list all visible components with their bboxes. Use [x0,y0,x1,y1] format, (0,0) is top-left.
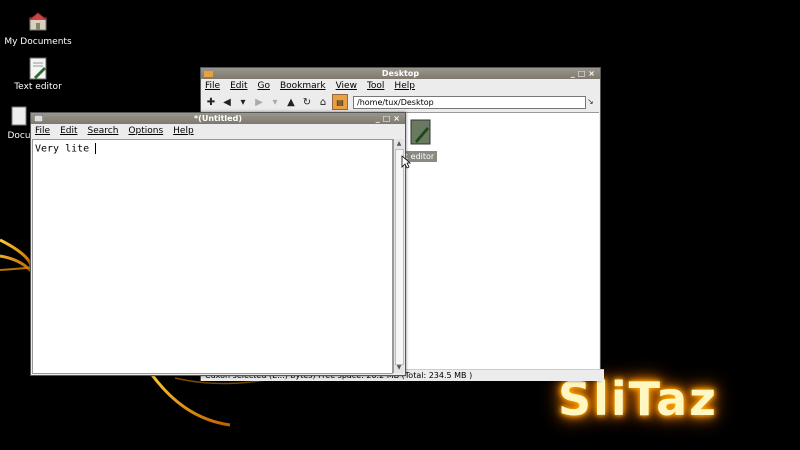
reload-button[interactable]: ↻ [300,95,314,109]
forward-button[interactable]: ▶ [252,95,266,109]
home-icon: ⌂ [319,96,327,108]
home-button[interactable]: ⌂ [316,95,330,109]
menu-options[interactable]: Options [128,126,163,136]
minimize-icon[interactable]: _ [571,69,578,78]
document-icon [9,106,29,128]
menu-tool[interactable]: Tool [367,81,384,91]
app-icon [34,115,43,122]
text-editor-titlebar[interactable]: *(Untitled) _□× [31,113,405,124]
folder-icon [204,71,213,77]
desktop-icon-my-documents[interactable]: My Documents [3,12,73,47]
menu-help[interactable]: Help [173,126,194,136]
forward-history-button[interactable]: ▾ [268,95,282,109]
text-editor-menubar: File Edit Search Options Help [31,124,405,138]
chevron-down-icon: ▾ [272,96,278,108]
reload-icon: ↻ [302,96,312,108]
text-editor-icon [410,119,431,145]
menu-edit[interactable]: Edit [60,126,77,136]
forward-arrow-icon: ▶ [255,96,263,108]
mouse-pointer-icon [401,155,411,169]
menu-bookmark[interactable]: Bookmark [280,81,326,91]
close-icon[interactable]: × [588,69,598,78]
menu-help[interactable]: Help [394,81,415,91]
window-title: Desktop [381,69,420,78]
text-area[interactable]: Very lite [32,139,393,374]
menu-file[interactable]: File [35,126,50,136]
terminal-button[interactable]: ▤ [332,94,348,110]
menu-go[interactable]: Go [258,81,270,91]
file-manager-titlebar[interactable]: Desktop _□× [201,68,600,79]
close-icon[interactable]: × [393,114,403,123]
text-caret [95,143,97,154]
go-button[interactable]: ↘ [587,97,594,106]
menu-file[interactable]: File [205,81,220,91]
up-button[interactable]: ▲ [284,95,298,109]
new-tab-button[interactable]: ✚ [204,95,218,109]
desktop: My Documents Text editor Docu SliTaz Des… [0,0,800,450]
desktop-icon-label: My Documents [4,37,72,47]
text-editor-icon [28,57,48,80]
desktop-icon-text-editor[interactable]: Text editor [3,57,73,92]
window-controls[interactable]: _□× [571,68,598,79]
scroll-thumb[interactable] [395,149,404,365]
home-folder-icon [28,12,48,34]
back-history-button[interactable]: ▾ [236,95,250,109]
scroll-up-icon[interactable]: ▲ [394,139,404,149]
window-title: *(Untitled) [194,114,242,123]
chevron-down-icon: ▾ [240,96,246,108]
maximize-icon[interactable]: □ [578,69,589,78]
plus-icon: ✚ [206,96,216,108]
terminal-icon: ▤ [336,97,344,107]
back-arrow-icon: ◀ [223,96,231,108]
menu-search[interactable]: Search [88,126,119,136]
maximize-icon[interactable]: □ [383,114,394,123]
desktop-icon-label: Text editor [14,82,62,92]
scroll-down-icon[interactable]: ▼ [394,363,404,373]
vertical-scrollbar[interactable]: ▲ ▼ [393,139,404,373]
up-arrow-icon: ▲ [287,96,295,108]
text-editor-window[interactable]: *(Untitled) _□× File Edit Search Options… [30,112,406,376]
address-bar[interactable]: /home/tux/Desktop [353,96,586,109]
minimize-icon[interactable]: _ [376,114,383,123]
file-manager-menubar: File Edit Go Bookmark View Tool Help [201,79,600,93]
menu-view[interactable]: View [336,81,357,91]
back-button[interactable]: ◀ [220,95,234,109]
menu-edit[interactable]: Edit [230,81,247,91]
window-controls[interactable]: _□× [376,113,403,124]
editor-content: Very lite [35,143,96,155]
